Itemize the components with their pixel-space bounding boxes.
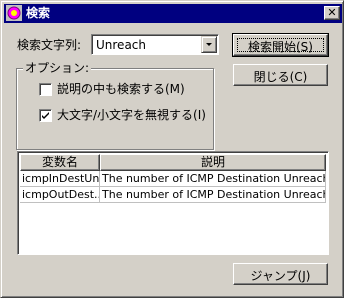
search-description-label[interactable]: 説明の中も検索する(M): [57, 82, 185, 96]
cell-description: The number of ICMP Destination Unreach..…: [100, 171, 326, 187]
search-string-value: Unreach: [96, 38, 146, 52]
cell-description: The number of ICMP Destination Unreach..…: [100, 187, 326, 203]
jump-button[interactable]: ジャンプ(J): [233, 263, 328, 285]
ignore-case-checkbox[interactable]: [39, 109, 52, 122]
search-string-label: 検索文字列:: [17, 38, 82, 52]
column-header-variable-name[interactable]: 変数名: [20, 154, 100, 171]
cell-variable-name: icmpOutDest...: [20, 187, 100, 203]
title-bar: 検索 ✕: [4, 4, 342, 23]
close-button[interactable]: 閉じる(C): [233, 64, 328, 86]
check-icon: [42, 112, 49, 119]
listview-header: 変数名 説明: [20, 154, 326, 171]
jump-button-label: ジャンプ(J): [250, 269, 311, 283]
column-header-description[interactable]: 説明: [100, 154, 326, 171]
app-icon: [6, 5, 22, 21]
search-string-combobox[interactable]: Unreach: [91, 34, 219, 55]
search-dialog: 検索 ✕ 検索文字列: Unreach 検索開始(S) 閉じる(C) オプション…: [0, 0, 344, 298]
chevron-down-icon[interactable]: [201, 36, 217, 53]
search-description-checkbox[interactable]: [39, 83, 52, 96]
cell-variable-name: icmpInDestUn...: [20, 171, 100, 187]
results-listview[interactable]: 変数名 説明 icmpInDestUn... The number of ICM…: [17, 151, 329, 255]
window-title: 検索: [26, 6, 51, 20]
start-search-button[interactable]: 検索開始(S): [232, 33, 329, 57]
start-search-label: 検索開始(S): [248, 40, 313, 54]
close-icon[interactable]: ✕: [324, 6, 340, 20]
ignore-case-label[interactable]: 大文字/小文字を無視する(I): [57, 108, 206, 122]
table-row[interactable]: icmpInDestUn... The number of ICMP Desti…: [20, 171, 326, 187]
options-group-title: オプション:: [23, 61, 92, 75]
table-row[interactable]: icmpOutDest... The number of ICMP Destin…: [20, 187, 326, 203]
close-button-label: 閉じる(C): [253, 70, 308, 84]
